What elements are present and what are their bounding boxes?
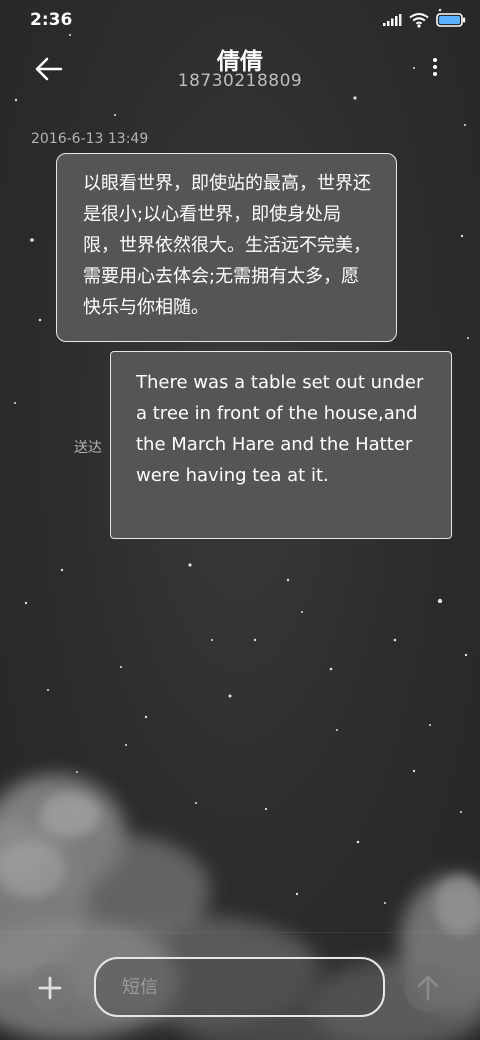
arrow-up-icon: [417, 975, 439, 1001]
battery-icon: [436, 13, 466, 27]
received-message-bubble[interactable]: 以眼看世界，即使站的最高，世界还是很小;以心看世界，即使身处局限，世界依然很大。…: [56, 153, 397, 342]
sent-message-bubble[interactable]: There was a table set out under a tree i…: [110, 351, 452, 539]
status-bar: 2:36: [0, 0, 480, 40]
message-timestamp: 2016-6-13 13:49: [31, 131, 149, 147]
conversation-header: 倩倩 18730218809: [0, 40, 480, 100]
sent-status-label: 送达: [74, 440, 102, 456]
status-time: 2:36: [30, 10, 73, 30]
send-button[interactable]: [404, 964, 452, 1012]
message-input[interactable]: [96, 959, 383, 1015]
signal-icon: [383, 14, 402, 26]
contact-number: 18730218809: [177, 71, 303, 91]
more-options-button[interactable]: [430, 58, 440, 82]
wifi-icon: [409, 13, 429, 28]
plus-icon: [38, 976, 62, 1000]
message-input-container: [94, 957, 385, 1017]
more-vertical-icon: [430, 58, 440, 76]
status-icons: [382, 12, 466, 28]
composer-divider: [0, 932, 480, 933]
add-attachment-button[interactable]: [27, 965, 73, 1011]
